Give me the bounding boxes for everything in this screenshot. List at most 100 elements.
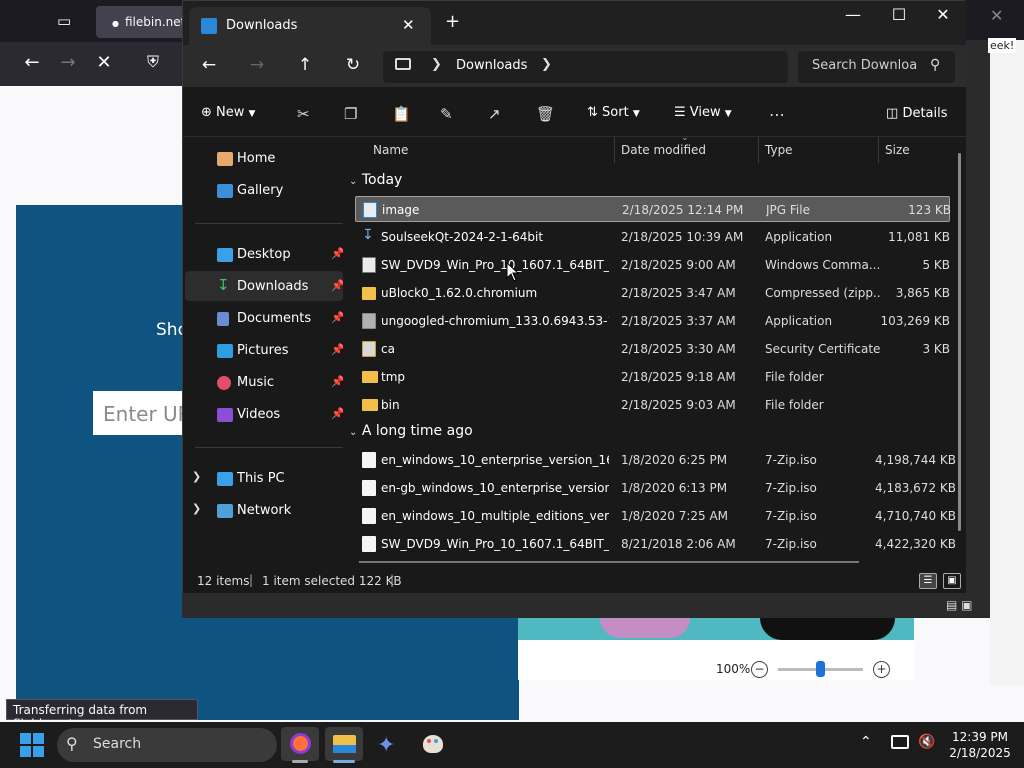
volume-muted-icon[interactable]: 🔇 bbox=[918, 734, 935, 750]
refresh-icon[interactable]: ↻ bbox=[341, 55, 365, 75]
breadcrumb-downloads[interactable]: Downloads bbox=[456, 58, 527, 73]
rename-icon[interactable]: ✎ bbox=[440, 105, 453, 123]
browser-forward-icon[interactable]: → bbox=[56, 52, 80, 76]
explorer-tab[interactable]: Downloads ✕ bbox=[189, 7, 431, 45]
list-item[interactable]: ungoogled-chromium_133.0.6943.53-1.1... … bbox=[355, 308, 950, 334]
url-input[interactable]: Enter UR bbox=[93, 391, 188, 435]
browser-tab-title: filebin.net/ bbox=[124, 15, 190, 29]
file-explorer-window: Downloads ✕ + — ☐ ✕ ❯ Downloads ❯ Search… bbox=[182, 0, 966, 593]
file-size: 3,865 KB bbox=[895, 286, 950, 300]
taskbar-search[interactable]: Search bbox=[57, 728, 277, 762]
column-header-type[interactable]: Type bbox=[765, 143, 793, 157]
file-explorer-taskbar-icon[interactable] bbox=[325, 727, 363, 761]
search-icon[interactable]: ⚲ bbox=[930, 57, 940, 73]
nav-item-pictures[interactable]: Pictures 📌 bbox=[195, 336, 345, 366]
tab-overview-icon[interactable]: ▭ bbox=[57, 12, 77, 30]
shield-icon[interactable]: ⛨ bbox=[141, 52, 165, 76]
browser-tab[interactable]: ● filebin.net/ bbox=[96, 6, 196, 38]
list-item[interactable]: uBlock0_1.62.0.chromium 2/18/2025 3:47 A… bbox=[355, 280, 950, 306]
list-item[interactable]: ↧ SoulseekQt-2024-2-1-64bit 2/18/2025 10… bbox=[355, 224, 950, 250]
nav-item-videos[interactable]: Videos 📌 bbox=[195, 400, 345, 430]
expand-chevron-icon[interactable]: ❯ bbox=[192, 502, 201, 515]
group-header-older[interactable]: ⌄ A long time ago bbox=[349, 423, 473, 439]
share-icon[interactable]: ↗ bbox=[488, 105, 501, 123]
breadcrumb-chevron-icon[interactable]: ❯ bbox=[431, 57, 442, 72]
copy-icon[interactable]: ❐ bbox=[344, 105, 357, 123]
zoom-slider-thumb[interactable] bbox=[816, 661, 825, 677]
nav-item-home[interactable]: Home bbox=[195, 144, 345, 174]
forward-icon[interactable]: → bbox=[245, 55, 269, 75]
zoom-in-icon[interactable]: + bbox=[873, 661, 890, 678]
iso-file-icon bbox=[362, 508, 376, 524]
up-icon[interactable]: ↑ bbox=[293, 55, 317, 75]
file-date: 2/18/2025 3:37 AM bbox=[621, 314, 736, 328]
iso-file-icon bbox=[362, 480, 376, 496]
list-item[interactable]: en_windows_10_multiple_editions_versio..… bbox=[355, 503, 956, 529]
file-name: SW_DVD9_Win_Pro_10_1607.1_64BIT_Eng... bbox=[381, 537, 609, 551]
cut-icon[interactable]: ✂ bbox=[297, 105, 310, 123]
tiles-view-button[interactable]: ▣ bbox=[943, 573, 961, 589]
zoom-out-icon[interactable]: − bbox=[751, 661, 768, 678]
paint-taskbar-icon[interactable] bbox=[413, 727, 451, 761]
viewer-close-icon[interactable]: ✕ bbox=[990, 6, 1003, 25]
firefox-taskbar-icon[interactable] bbox=[281, 727, 319, 761]
zip-folder-icon bbox=[362, 287, 376, 300]
list-item[interactable]: image 2/18/2025 12:14 PM JPG File 123 KB bbox=[355, 196, 951, 222]
taskbar-clock[interactable]: 12:39 PM 2/18/2025 bbox=[940, 729, 1020, 761]
browser-back-icon[interactable]: ← bbox=[20, 52, 44, 76]
list-item[interactable]: en_windows_10_enterprise_version_1607_..… bbox=[355, 447, 956, 473]
list-item[interactable]: SW_DVD9_Win_Pro_10_1607.1_64BIT_Eng... 2… bbox=[355, 252, 950, 278]
music-icon bbox=[217, 376, 231, 390]
nav-item-gallery[interactable]: Gallery bbox=[195, 176, 345, 206]
nav-label: Documents bbox=[237, 311, 312, 326]
column-divider[interactable] bbox=[614, 137, 615, 163]
column-header-name[interactable]: Name bbox=[373, 143, 408, 157]
list-item[interactable]: en-gb_windows_10_enterprise_version_1...… bbox=[355, 475, 956, 501]
list-item[interactable]: tmp 2/18/2025 9:18 AM File folder bbox=[355, 364, 950, 390]
network-status-icon[interactable] bbox=[891, 735, 909, 749]
column-header-date[interactable]: Date modified bbox=[621, 143, 706, 157]
browser-stop-icon[interactable]: ✕ bbox=[92, 52, 116, 76]
nav-item-network[interactable]: ❯ Network bbox=[192, 496, 345, 526]
new-button[interactable]: ⊕ New ▼ bbox=[201, 105, 255, 120]
sort-button[interactable]: ⇅ Sort ▼ bbox=[587, 105, 640, 120]
maximize-button[interactable]: ☐ bbox=[876, 5, 922, 24]
file-date: 2/18/2025 12:14 PM bbox=[622, 203, 744, 217]
column-divider[interactable] bbox=[758, 137, 759, 163]
view-button[interactable]: ☰ View ▼ bbox=[674, 105, 732, 120]
nav-item-downloads[interactable]: ↧ Downloads 📌 bbox=[195, 272, 345, 302]
close-window-button[interactable]: ✕ bbox=[920, 5, 966, 24]
minimize-button[interactable]: — bbox=[830, 5, 876, 24]
nav-label: Videos bbox=[237, 407, 281, 422]
nav-item-desktop[interactable]: Desktop 📌 bbox=[195, 240, 345, 270]
tray-overflow-icon[interactable]: ⌃ bbox=[860, 734, 872, 750]
breadcrumb-chevron-icon[interactable]: ❯ bbox=[541, 57, 552, 72]
delete-icon[interactable]: 🗑 bbox=[536, 105, 555, 123]
horizontal-scrollbar[interactable] bbox=[359, 561, 859, 563]
paste-icon[interactable]: 📋 bbox=[392, 105, 411, 123]
list-item[interactable]: ca 2/18/2025 3:30 AM Security Certificat… bbox=[355, 336, 950, 362]
details-button[interactable]: ◫ Details bbox=[886, 106, 948, 121]
vertical-scrollbar[interactable] bbox=[958, 153, 961, 531]
pictures-icon bbox=[217, 344, 233, 358]
group-header-today[interactable]: ⌄ Today bbox=[349, 172, 402, 188]
windows-start-icon[interactable] bbox=[20, 733, 44, 757]
videos-icon bbox=[217, 408, 233, 422]
expand-chevron-icon[interactable]: ❯ bbox=[192, 470, 201, 483]
nav-item-music[interactable]: Music 📌 bbox=[195, 368, 345, 398]
more-options-icon[interactable]: ⋯ bbox=[769, 105, 785, 124]
list-item[interactable]: bin 2/18/2025 9:03 AM File folder bbox=[355, 392, 950, 418]
file-type: Windows Comma... bbox=[765, 258, 880, 272]
soulseek-taskbar-icon[interactable]: ✦ bbox=[369, 727, 407, 761]
new-tab-button[interactable]: + bbox=[445, 11, 460, 32]
column-header-size[interactable]: Size bbox=[885, 143, 910, 157]
address-bar[interactable]: ❯ Downloads ❯ bbox=[383, 51, 788, 83]
nav-item-this-pc[interactable]: ❯ This PC bbox=[192, 464, 345, 494]
viewer-view-icons[interactable]: ▤ ▣ bbox=[946, 598, 973, 612]
close-tab-icon[interactable]: ✕ bbox=[402, 16, 415, 34]
list-item[interactable]: SW_DVD9_Win_Pro_10_1607.1_64BIT_Eng... 8… bbox=[355, 531, 956, 557]
back-icon[interactable]: ← bbox=[197, 55, 221, 75]
nav-item-documents[interactable]: Documents 📌 bbox=[195, 304, 345, 334]
column-divider[interactable] bbox=[878, 137, 879, 163]
details-view-button[interactable]: ☰ bbox=[919, 573, 937, 589]
